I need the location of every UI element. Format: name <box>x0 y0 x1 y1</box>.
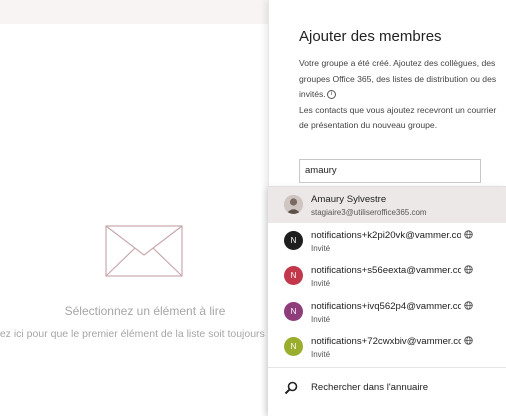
avatar: N <box>284 301 303 321</box>
suggestion-list: Amaury Sylvestre stagiaire3@utiliseroffic… <box>268 186 506 416</box>
suggestion-subtitle: stagiaire3@utiliseroffice365.com <box>311 208 427 217</box>
description-part-2: Les contacts que vous ajoutez recevront … <box>299 104 497 131</box>
suggestion-name: notifications+k2pi20vk@vammer.co <box>311 229 461 241</box>
suggestion-item[interactable]: Nnotifications+ivq562p4@vammer.co Invité <box>268 294 506 330</box>
suggestion-item[interactable]: Nnotifications+72cwxbiv@vammer.co Invité <box>268 329 506 365</box>
empty-state-hint[interactable]: uez ici pour que le premier élément de l… <box>0 328 268 340</box>
suggestion-name: notifications+72cwxbiv@vammer.co <box>311 336 461 347</box>
globe-icon <box>464 336 473 345</box>
globe-icon <box>464 300 473 310</box>
empty-state-title: Sélectionnez un élément à lire <box>64 304 226 318</box>
suggestion-subtitle: Invité <box>311 279 331 288</box>
avatar <box>284 195 303 214</box>
reading-pane: Sélectionnez un élément à lire uez ici p… <box>0 0 268 415</box>
suggestion-item[interactable]: Nnotifications+k2pi20vk@vammer.co Invité <box>268 223 506 259</box>
suggestion-subtitle: Invité <box>311 314 331 324</box>
suggestion-subtitle: Invité <box>311 350 331 359</box>
avatar: N <box>284 337 303 356</box>
suggestion-name: notifications+s56eexta@vammer.co <box>311 265 461 276</box>
suggestion-name: Amaury Sylvestre <box>311 194 387 205</box>
panel-description: Votre groupe a été créé. Ajoutez des col… <box>299 56 499 134</box>
search-icon <box>284 381 298 395</box>
globe-icon <box>464 229 473 239</box>
info-icon[interactable]: i <box>326 90 336 100</box>
globe-icon <box>464 265 473 274</box>
panel-title: Ajouter des membres <box>299 28 442 45</box>
suggestion-item[interactable]: Amaury Sylvestre stagiaire3@utiliseroffic… <box>268 187 506 223</box>
search-directory-button[interactable]: Rechercher dans l'annuaire <box>268 367 506 408</box>
envelope-icon <box>105 225 183 277</box>
avatar: N <box>284 266 303 285</box>
member-search-input[interactable] <box>300 160 480 181</box>
avatar: N <box>284 230 303 250</box>
reading-pane-header <box>0 0 268 24</box>
suggestion-item[interactable]: Nnotifications+s56eexta@vammer.co Invité <box>268 258 506 294</box>
search-directory-label: Rechercher dans l'annuaire <box>311 382 429 393</box>
member-search-field[interactable] <box>299 159 481 183</box>
suggestion-subtitle: Invité <box>311 243 331 253</box>
suggestion-name: notifications+ivq562p4@vammer.co <box>311 300 461 312</box>
